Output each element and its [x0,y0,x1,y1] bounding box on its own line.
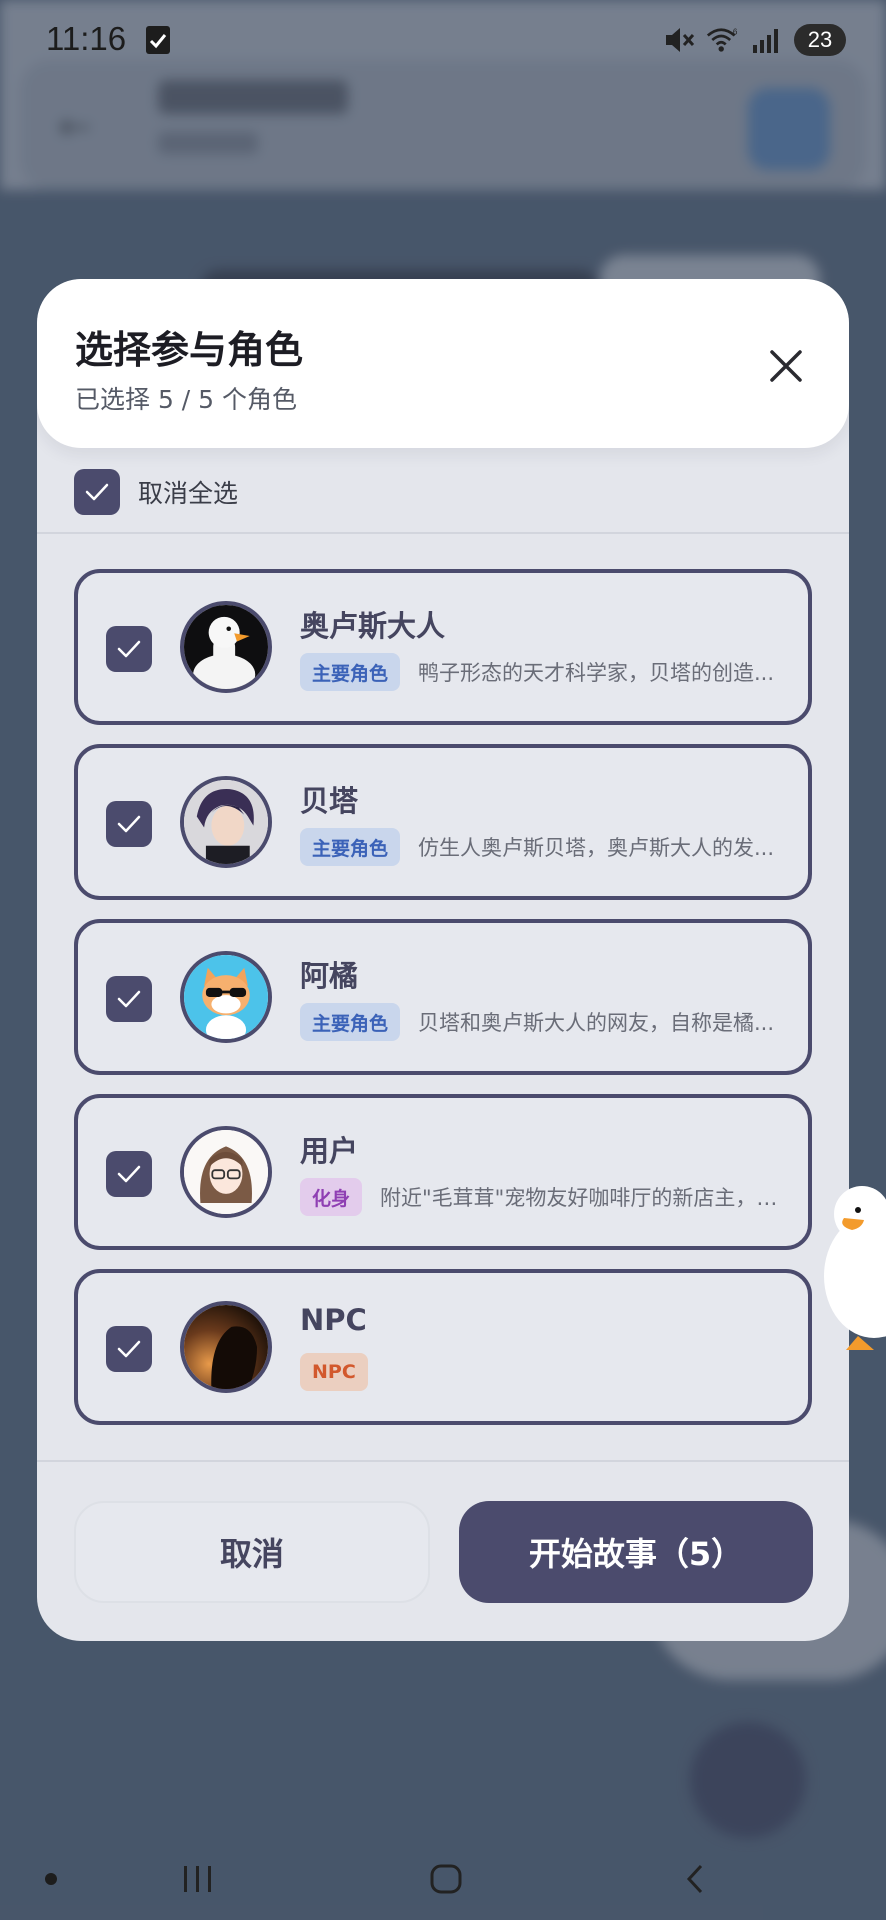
signal-icon [750,25,784,55]
character-checkbox[interactable] [106,1151,152,1197]
divider [37,532,849,534]
back-icon[interactable] [665,1854,725,1904]
character-card[interactable]: NPC NPC [74,1269,812,1425]
battery-icon: 23 [794,24,846,56]
svg-text:6: 6 [733,28,738,37]
role-tag: 化身 [300,1178,363,1216]
cancel-button[interactable]: 取消 [74,1501,430,1603]
character-card[interactable]: 贝塔 主要角色 仿生人奥卢斯贝塔，奥卢斯大人的发... [74,744,812,900]
role-tag: NPC [300,1353,368,1391]
character-checkbox[interactable] [106,626,152,672]
anime-girl-glasses-avatar [180,1126,272,1218]
dialog-title: 选择参与角色 [75,328,304,372]
deselect-all-label: 取消全选 [138,479,239,508]
dialog-header: 选择参与角色 已选择 5 / 5 个角色 [37,279,849,448]
character-name: 用户 [300,1134,359,1168]
duck-mascot-icon[interactable] [818,1166,886,1386]
duck-avatar [180,601,272,693]
nav-dot-icon[interactable] [21,1854,81,1904]
start-story-button[interactable]: 开始故事（5） [459,1501,813,1603]
cat-sunglasses-avatar [180,951,272,1043]
close-icon [770,350,802,382]
silhouette-avatar [180,1301,272,1393]
character-name: 奥卢斯大人 [300,609,446,643]
check-icon [117,640,141,658]
character-description: 鸭子形态的天才科学家，贝塔的创造... [418,661,775,685]
character-description: 附近"毛茸茸"宠物友好咖啡厅的新店主，刚... [380,1186,786,1210]
deselect-all-checkbox[interactable] [74,469,120,515]
check-icon [117,990,141,1008]
character-select-dialog: 选择参与角色 已选择 5 / 5 个角色 取消全选 奥卢斯大人 主要角色 鸭子形… [37,279,849,1641]
character-checkbox[interactable] [106,801,152,847]
status-time: 11:16 [46,20,127,57]
role-tag: 主要角色 [300,1003,401,1041]
divider [37,1460,849,1462]
character-name: 阿橘 [300,959,359,993]
wifi-icon: 6 [706,25,740,55]
close-button[interactable] [759,339,813,393]
selection-count: 已选择 5 / 5 个角色 [75,385,298,414]
check-icon [117,815,141,833]
navigation-bar [0,1840,886,1920]
character-checkbox[interactable] [106,1326,152,1372]
character-name: NPC [300,1303,367,1337]
checkbox-notification-icon [146,26,170,54]
role-tag: 主要角色 [300,653,401,691]
role-tag: 主要角色 [300,828,401,866]
check-icon [117,1340,141,1358]
character-name: 贝塔 [300,784,359,818]
recent-apps-icon[interactable] [168,1854,228,1904]
character-description: 仿生人奥卢斯贝塔，奥卢斯大人的发... [418,836,775,860]
check-icon [117,1165,141,1183]
character-card[interactable]: 用户 化身 附近"毛茸茸"宠物友好咖啡厅的新店主，刚... [74,1094,812,1250]
character-card[interactable]: 阿橘 主要角色 贝塔和奥卢斯大人的网友，自称是橘... [74,919,812,1075]
character-checkbox[interactable] [106,976,152,1022]
home-icon[interactable] [416,1854,476,1904]
deselect-all-toggle[interactable]: 取消全选 [74,468,238,516]
character-description: 贝塔和奥卢斯大人的网友，自称是橘... [418,1011,775,1035]
check-icon [85,483,109,501]
mute-icon [662,25,696,55]
status-bar: 11:16 6 23 [0,0,886,80]
character-card[interactable]: 奥卢斯大人 主要角色 鸭子形态的天才科学家，贝塔的创造... [74,569,812,725]
anime-boy-avatar [180,776,272,868]
